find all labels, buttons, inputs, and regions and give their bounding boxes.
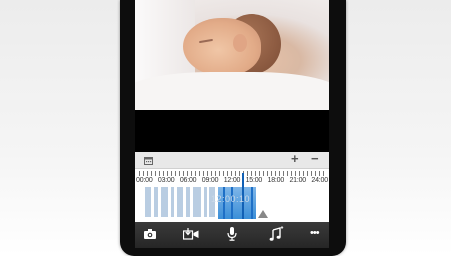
record-icon[interactable] (183, 228, 199, 240)
baby-face (183, 18, 261, 76)
hour-label: 06:00 (179, 177, 197, 184)
camera-video-feed[interactable] (135, 0, 329, 110)
recording-segment (186, 187, 190, 217)
hour-label: 18:00 (267, 177, 285, 184)
timeline-ticks (139, 171, 325, 176)
recording-segment (177, 187, 183, 217)
recording-segment (145, 187, 151, 217)
current-time: 12:00:10 (211, 194, 251, 204)
more-icon[interactable]: ••• (310, 227, 320, 239)
calendar-icon[interactable] (144, 156, 153, 165)
hour-label: 03:00 (157, 177, 175, 184)
hour-label: 12:00 (223, 177, 241, 184)
recording-segment (171, 187, 174, 217)
music-icon[interactable] (269, 226, 285, 242)
microphone-icon[interactable] (227, 227, 237, 241)
recording-segment (154, 187, 158, 217)
hour-label: 21:00 (289, 177, 306, 184)
recording-segment (204, 187, 207, 217)
playback-timeline[interactable]: + − 00:00 03:00 06:00 09:00 12:00 15:00 … (135, 151, 329, 222)
baby-ear (233, 34, 247, 52)
timeline-header: + − (135, 151, 329, 169)
scrub-handle[interactable] (258, 210, 268, 218)
zoom-in-button[interactable]: + (291, 151, 299, 166)
hour-label: 15:00 (245, 177, 263, 184)
app-screen: + − 00:00 03:00 06:00 09:00 12:00 15:00 … (135, 0, 329, 248)
camera-icon[interactable] (144, 229, 156, 239)
bottom-toolbar: ••• (135, 222, 329, 248)
recording-segment (161, 187, 168, 217)
segment-marker (251, 187, 253, 219)
hour-label: 09:00 (201, 177, 219, 184)
hour-label: 00:00 (136, 177, 153, 184)
hour-labels: 00:00 03:00 06:00 09:00 12:00 15:00 18:0… (136, 177, 328, 184)
hour-label: 24:00 (311, 177, 328, 184)
zoom-out-button[interactable]: − (311, 151, 319, 166)
recording-segment (193, 187, 201, 217)
blanket (135, 72, 329, 110)
